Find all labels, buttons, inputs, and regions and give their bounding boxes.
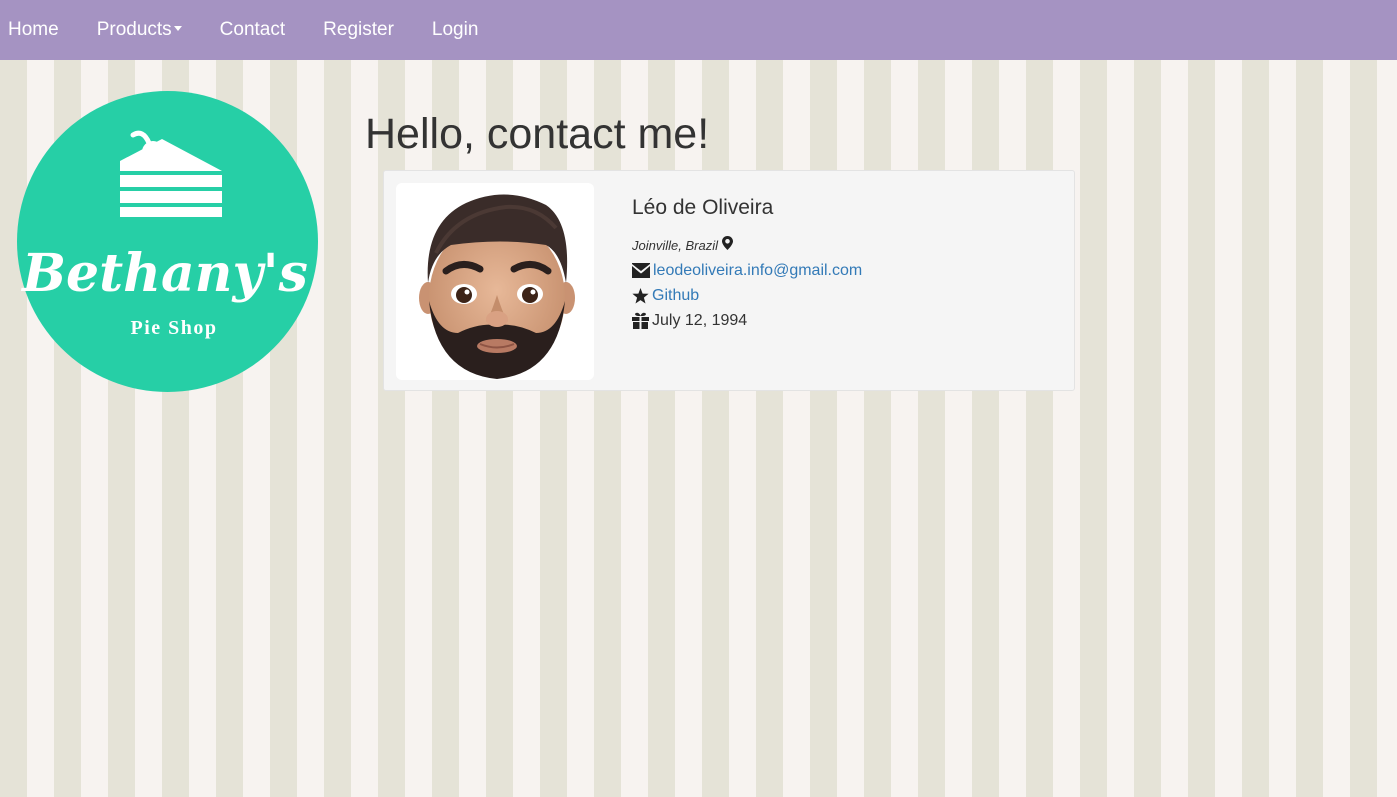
bethanys-pie-shop-logo[interactable]: Bethany's Pie Shop xyxy=(17,91,318,392)
page-title: Hello, contact me! xyxy=(365,110,710,158)
map-marker-icon xyxy=(721,236,733,250)
email-row: leodeoliveira.info@gmail.com xyxy=(632,258,862,283)
logo-graphic: Bethany's Pie Shop xyxy=(17,91,318,392)
birthday-text: July 12, 1994 xyxy=(652,312,748,329)
contact-name: Léo de Oliveira xyxy=(632,196,774,219)
envelope-icon xyxy=(632,263,653,278)
gift-icon xyxy=(632,312,652,329)
logo-text-line2: Pie Shop xyxy=(130,317,217,339)
location-row: Joinville, Brazil xyxy=(632,236,862,256)
github-row: Github xyxy=(632,283,862,308)
location-text: Joinville, Brazil xyxy=(632,238,718,253)
avatar xyxy=(396,183,594,380)
nav-contact[interactable]: Contact xyxy=(201,2,304,58)
nav-home[interactable]: Home xyxy=(0,2,78,58)
memoji-avatar-image xyxy=(419,194,575,379)
star-icon xyxy=(632,287,652,304)
email-link[interactable]: leodeoliveira.info@gmail.com xyxy=(653,258,862,283)
navbar: Home Products Contact Register Login xyxy=(0,0,1397,60)
github-link[interactable]: Github xyxy=(652,283,699,308)
nav-register[interactable]: Register xyxy=(304,2,413,58)
contact-card: Léo de Oliveira Joinville, Brazil leodeo… xyxy=(383,170,1075,391)
birthday-row: July 12, 1994 xyxy=(632,308,862,333)
contact-info: Léo de Oliveira Joinville, Brazil leodeo… xyxy=(632,193,862,333)
logo-text-line1: Bethany's xyxy=(20,243,308,304)
nav-products-dropdown[interactable]: Products xyxy=(78,2,201,58)
caret-down-icon xyxy=(173,26,182,32)
nav-products-label: Products xyxy=(96,19,172,40)
nav-login[interactable]: Login xyxy=(413,2,498,58)
